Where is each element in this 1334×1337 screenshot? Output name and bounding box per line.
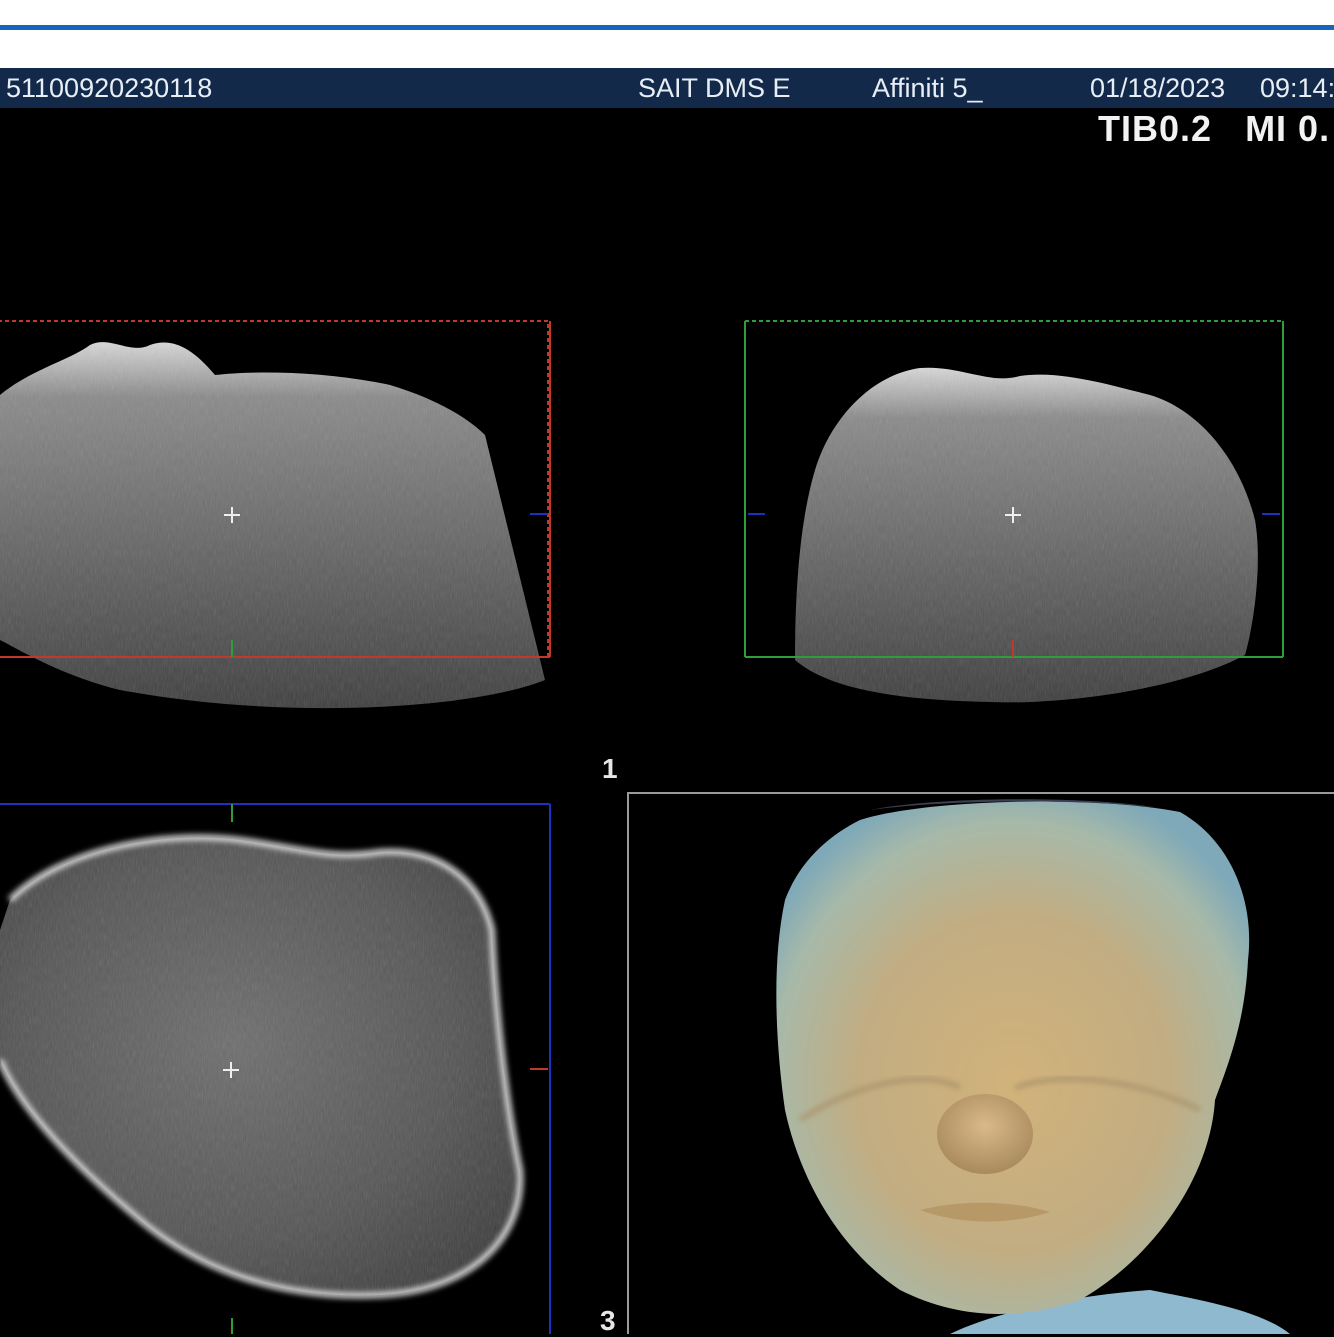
coronal-speckle [795, 367, 1258, 703]
axial-speckle [0, 837, 521, 1296]
plane-b-view[interactable] [744, 320, 1284, 703]
sagittal-speckle [0, 342, 545, 709]
plane-a-view[interactable] [0, 320, 551, 709]
render-3d-nose [937, 1094, 1033, 1174]
pane-number-1: 1 [602, 753, 618, 784]
plane-c-view[interactable] [0, 803, 551, 1334]
render-3d-view[interactable] [627, 792, 1334, 1334]
pane-number-3: 3 [600, 1305, 616, 1336]
multiplanar-view-area [0, 320, 1334, 1334]
render-3d-face [776, 801, 1250, 1314]
